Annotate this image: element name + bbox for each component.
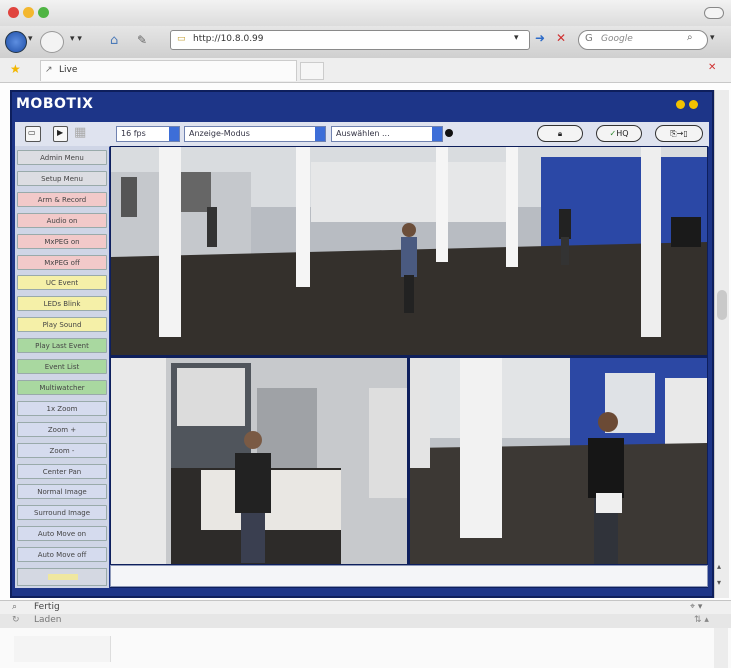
stop-icon[interactable]: ✕	[556, 31, 566, 45]
softbutton-mxpeg-off[interactable]: MxPEG off	[17, 254, 107, 270]
layout-grid-button[interactable]: ▦	[73, 125, 89, 142]
forward-menu-icon[interactable]: ▾ ▾	[70, 34, 82, 44]
action-select[interactable]: Auswählen ...	[331, 126, 443, 142]
activity-indicator	[48, 574, 78, 580]
softbutton-auto-move-on[interactable]: Auto Move on	[17, 526, 107, 542]
softbutton-zoom[interactable]: Zoom -	[17, 442, 107, 458]
sidebar-footer	[17, 568, 107, 586]
bottom-panel	[0, 628, 731, 668]
softbutton-play-last-event[interactable]: Play Last Event	[17, 338, 107, 354]
right-view-scene	[410, 358, 707, 564]
url-text: http://10.8.0.99	[193, 34, 264, 44]
search-engine-icon: G	[585, 33, 593, 44]
go-icon[interactable]: ➜	[535, 31, 545, 45]
zoom-window-button[interactable]	[38, 7, 49, 18]
address-bar[interactable]: ▭ http://10.8.0.99	[170, 30, 530, 50]
url-dropdown-icon[interactable]: ▾	[514, 33, 519, 43]
softbutton-event-list[interactable]: Event List	[17, 359, 107, 374]
softbutton-1x-zoom[interactable]: 1x Zoom	[17, 400, 107, 416]
panorama-scene	[111, 147, 707, 355]
camera-view-left[interactable]	[111, 358, 407, 564]
video-status-bar	[110, 565, 708, 587]
snapshot-icon: ▭	[28, 128, 36, 137]
grid-icon: ▦	[74, 125, 87, 140]
lock-icon: 🔒︎	[557, 129, 563, 138]
softbutton-surround-image[interactable]: Surround Image	[17, 505, 107, 521]
softbutton-arm-record[interactable]: Arm & Record	[17, 191, 107, 207]
search-field[interactable]: G Google ⌕	[578, 30, 708, 50]
softbutton-multiwatcher[interactable]: Multiwatcher	[17, 379, 107, 395]
scrollbar-thumb[interactable]	[717, 290, 727, 320]
close-window-button[interactable]	[8, 7, 19, 18]
search-menu-icon[interactable]: ▾	[710, 33, 715, 43]
lock-button[interactable]: 🔒︎	[537, 125, 583, 142]
camera-switch-button[interactable]: ⎘→▯	[655, 125, 703, 142]
bottom-panel-sidebar	[14, 636, 111, 662]
tab-icon: ↗	[45, 65, 53, 75]
close-tab-icon[interactable]: ✕	[708, 62, 716, 73]
chevron-down-icon	[432, 127, 442, 141]
find-bar: ⌕ Fertig ⌖ ▾	[0, 600, 731, 615]
home-icon[interactable]: ⌂	[110, 33, 118, 48]
status-options-icon[interactable]: ⇅ ▴	[694, 615, 709, 625]
softbutton-leds-blink[interactable]: LEDs Blink	[17, 296, 107, 312]
status-bar: ↻ Laden ⇅ ▴	[0, 614, 731, 628]
back-button[interactable]	[5, 31, 27, 53]
site-icon: ▭	[177, 34, 186, 44]
panorama-view[interactable]	[111, 147, 707, 355]
search-icon[interactable]: ⌕	[687, 32, 693, 43]
page-scrollbar[interactable]: ▴ ▾	[714, 90, 729, 598]
camera-switch-icon: ⎘→▯	[670, 129, 688, 138]
softbutton-uc-event[interactable]: UC Event	[17, 275, 107, 291]
forward-button[interactable]	[40, 31, 64, 53]
new-tab-button[interactable]	[300, 62, 324, 80]
scroll-up-icon[interactable]: ▴	[717, 562, 721, 571]
bookmark-star-icon[interactable]: ★	[10, 62, 21, 76]
softbutton-setup-menu[interactable]: Setup Menu	[17, 170, 107, 186]
search-placeholder: Google	[601, 34, 633, 44]
framerate-select[interactable]: 16 fps	[116, 126, 180, 142]
play-button[interactable]: ▶	[53, 126, 68, 142]
search-icon: ⌕	[12, 602, 18, 612]
tab-title: Live	[59, 65, 78, 75]
softbutton-zoom[interactable]: Zoom +	[17, 421, 107, 437]
help-icon[interactable]	[676, 100, 685, 109]
toolbar-toggle-button[interactable]	[704, 7, 724, 19]
softbutton-audio-on[interactable]: Audio on	[17, 212, 107, 228]
loading-icon: ↻	[12, 615, 20, 625]
bottom-panel-scrollbar[interactable]	[714, 628, 728, 668]
bookmark-add-icon[interactable]: ✎	[137, 33, 147, 47]
camera-view-right[interactable]	[410, 358, 707, 564]
action-select-value: Auswählen ...	[336, 129, 390, 138]
scroll-down-icon[interactable]: ▾	[717, 578, 721, 587]
chevron-down-icon	[169, 127, 179, 141]
find-bar-label: Fertig	[34, 602, 60, 612]
softbutton-play-sound[interactable]: Play Sound	[17, 317, 107, 333]
minimize-window-button[interactable]	[23, 7, 34, 18]
find-options-icon[interactable]: ⌖ ▾	[690, 602, 702, 612]
snapshot-button[interactable]: ▭	[25, 126, 41, 142]
framerate-value: 16 fps	[121, 129, 146, 138]
softbutton-auto-move-off[interactable]: Auto Move off	[17, 547, 107, 563]
hq-button[interactable]: ✓HQ	[596, 125, 642, 142]
softbutton-center-pan[interactable]: Center Pan	[17, 463, 107, 479]
window-title-bar	[0, 0, 731, 26]
chevron-down-icon	[315, 127, 325, 141]
softbutton-admin-menu[interactable]: Admin Menu	[17, 150, 107, 165]
play-icon: ▶	[57, 128, 64, 137]
status-indicator-icon	[445, 129, 453, 137]
left-view-scene	[111, 358, 407, 564]
brand-logo: MOBOTIX	[16, 96, 94, 112]
softbutton-normal-image[interactable]: Normal Image	[17, 484, 107, 500]
tab-live[interactable]: ↗ Live	[40, 60, 297, 81]
softbutton-mxpeg-on[interactable]: MxPEG on	[17, 233, 107, 249]
hq-label: HQ	[616, 129, 629, 138]
display-mode-select[interactable]: Anzeige-Modus	[184, 126, 326, 142]
status-bar-label: Laden	[34, 615, 62, 625]
display-mode-value: Anzeige-Modus	[189, 129, 250, 138]
back-menu-icon[interactable]: ▾	[28, 34, 33, 44]
info-icon[interactable]	[689, 100, 698, 109]
